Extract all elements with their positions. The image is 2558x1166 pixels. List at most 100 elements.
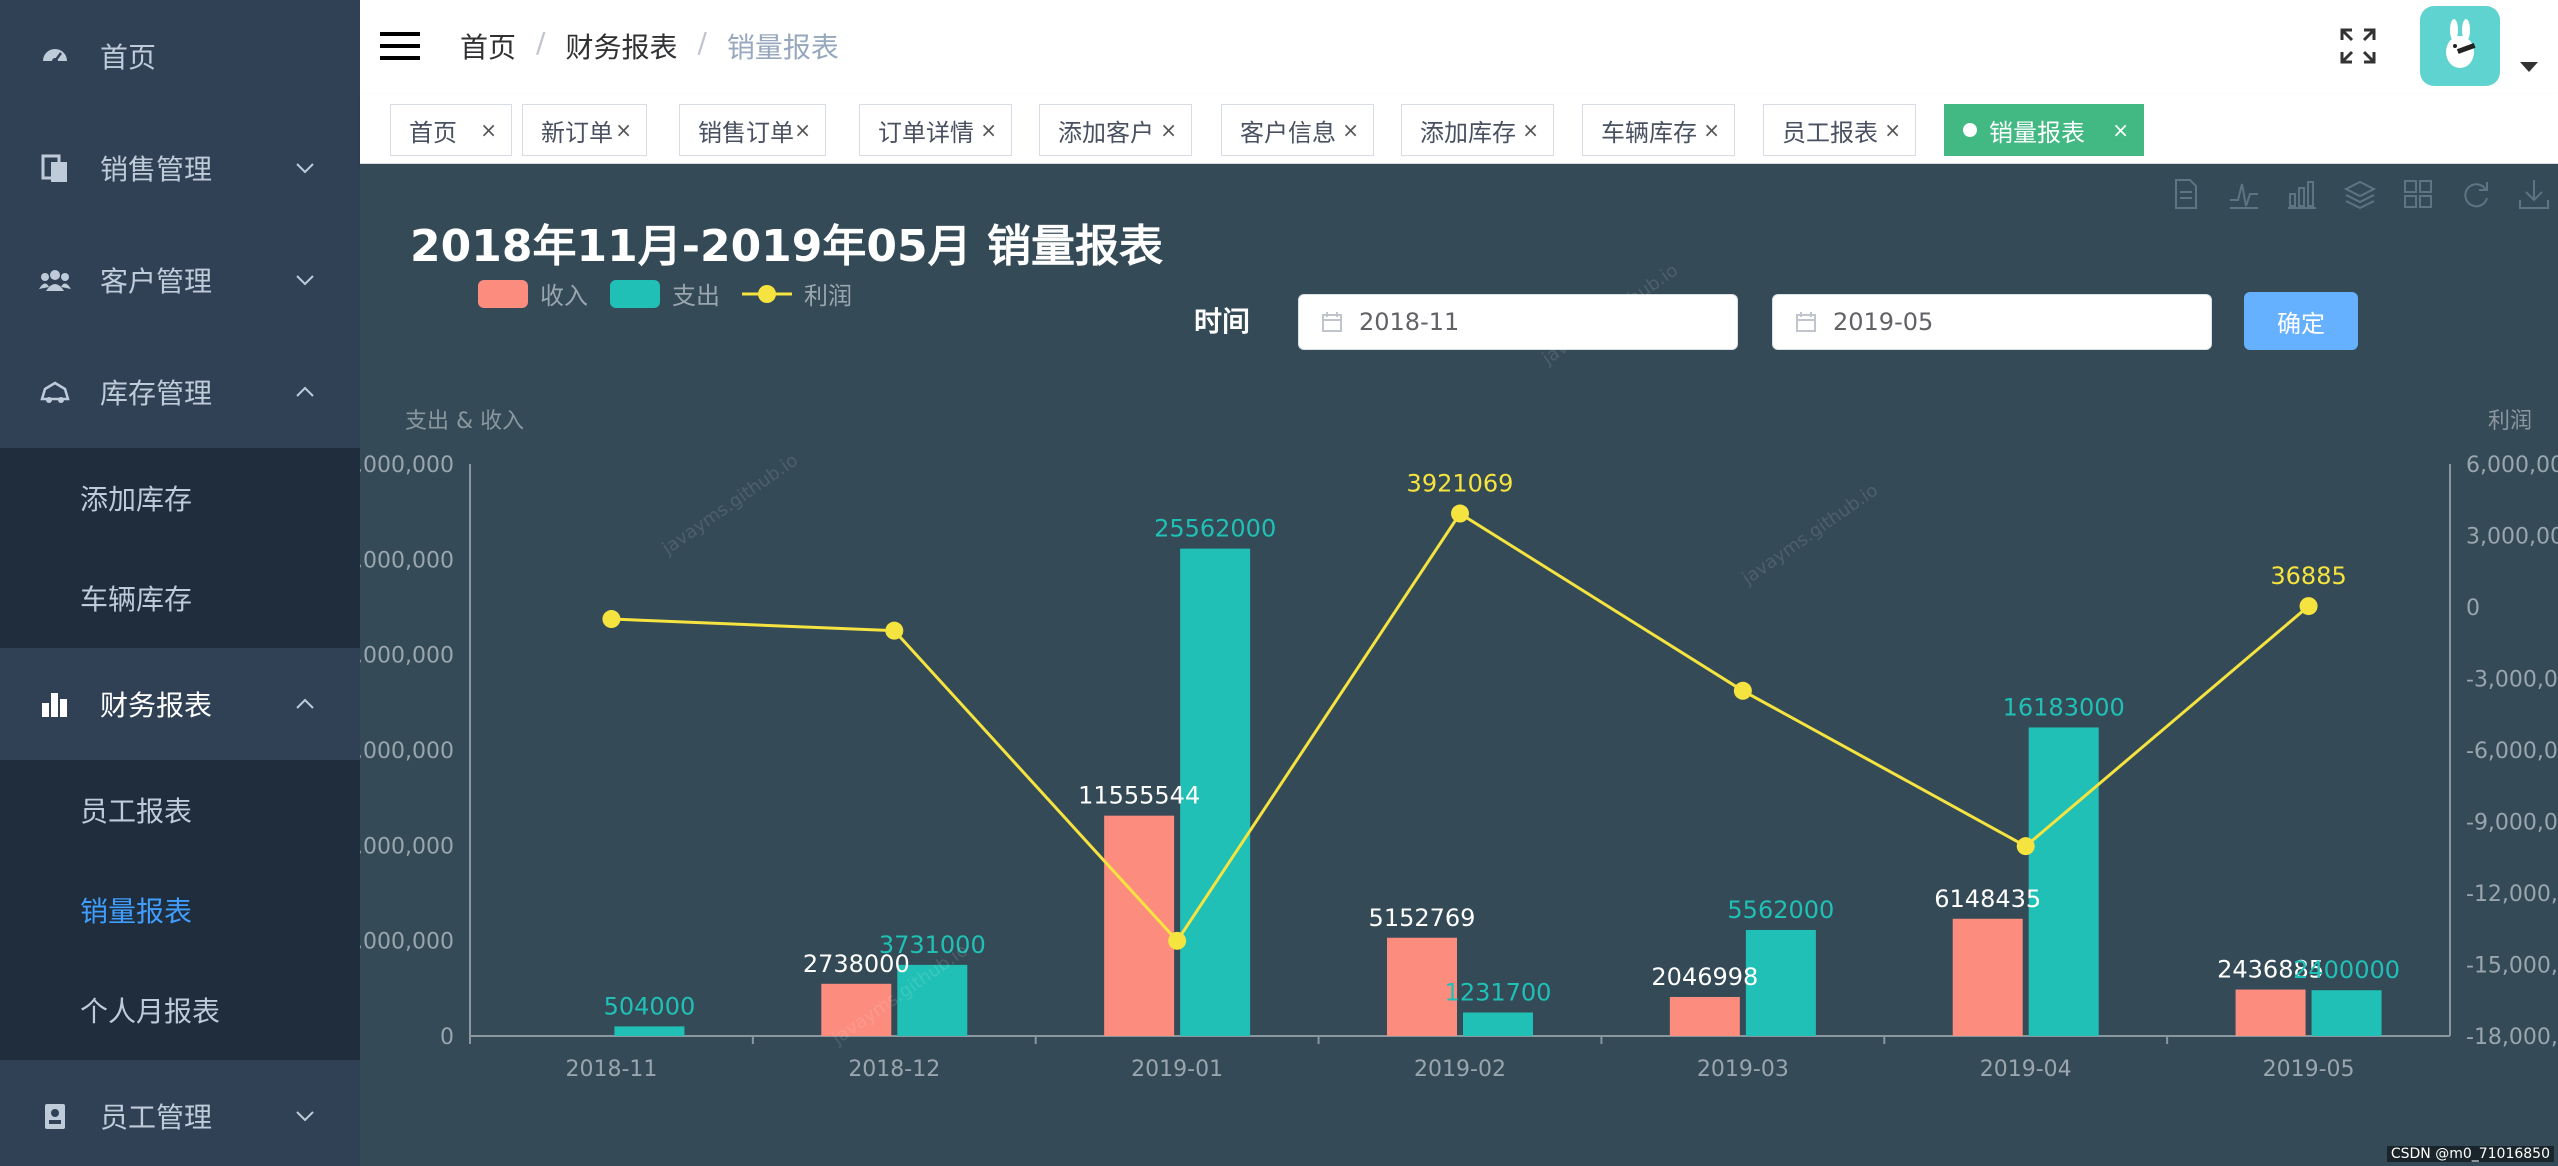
sidebar-subitem-monthly-report[interactable]: 个人月报表 <box>0 960 360 1060</box>
sidebar-subitem-employee-report[interactable]: 员工报表 <box>0 760 360 860</box>
chevron-down-icon <box>296 275 314 286</box>
y-axis-label-left: 支出 & 收入 <box>405 409 524 434</box>
footer-watermark: CSDN @m0_71016850 <box>2386 1146 2554 1162</box>
tag-add-customer[interactable]: 添加客户 × <box>1039 104 1192 156</box>
profit-point <box>602 610 621 629</box>
end-month-value: 2019-05 <box>1833 308 1934 336</box>
legend-label: 支出 <box>672 282 720 310</box>
start-month-picker[interactable]: 2018-11 <box>1298 294 1738 350</box>
close-icon[interactable]: × <box>1884 118 1901 142</box>
badge-icon <box>38 1099 72 1133</box>
sidebar-subitem-add-inventory[interactable]: 添加库存 <box>0 448 360 548</box>
close-icon[interactable]: × <box>1522 118 1539 142</box>
tag-home[interactable]: 首页 × <box>390 104 512 156</box>
stack-icon[interactable] <box>2344 178 2376 210</box>
sidebar-item-customers[interactable]: 客户管理 <box>0 224 360 336</box>
tag-add-inventory[interactable]: 添加库存 × <box>1401 104 1554 156</box>
bar-label-expense: 504000 <box>604 992 696 1020</box>
data-view-icon[interactable] <box>2170 178 2202 210</box>
chart-legend: 收入 支出 利润 <box>478 276 874 311</box>
x-tick-label: 2019-01 <box>1131 1057 1223 1082</box>
sidebar-item-employees[interactable]: 员工管理 <box>0 1060 360 1166</box>
close-icon[interactable]: × <box>1703 118 1720 142</box>
tags-view: 首页 × 新订单 × 销售订单 × 订单详情 × 添加客户 × 客户信息 × 添加库存 × 车… <box>360 94 2558 164</box>
tag-label: 员工报表 <box>1782 118 1878 147</box>
x-tick-label: 2018-12 <box>848 1057 940 1082</box>
close-icon[interactable]: × <box>1160 118 1177 142</box>
close-icon[interactable]: × <box>794 118 811 142</box>
legend-item-income[interactable]: 收入 <box>478 276 588 311</box>
close-icon[interactable]: × <box>980 118 997 142</box>
sidebar-item-label: 客户管理 <box>100 265 213 298</box>
legend-item-expense[interactable]: 支出 <box>610 276 720 311</box>
close-icon[interactable]: × <box>2112 118 2129 142</box>
x-tick-label: 2019-05 <box>2263 1057 2355 1082</box>
sidebar-subitem-vehicle-inventory[interactable]: 车辆库存 <box>0 548 360 648</box>
tag-label: 客户信息 <box>1240 118 1336 147</box>
profit-point <box>2299 597 2318 616</box>
confirm-button[interactable]: 确定 <box>2244 292 2358 350</box>
sidebar-subitem-label: 员工报表 <box>80 795 193 828</box>
main-content: 支出 & 收入 利润 0 5,000,000 10,000,000 15,000,000 2… <box>360 164 2558 1166</box>
y-tick-label-right: 3,000,000 <box>2466 525 2558 550</box>
sidebar-item-label: 首页 <box>100 41 157 74</box>
sidebar-item-finance[interactable]: 财务报表 <box>0 648 360 760</box>
tag-vehicle-inventory[interactable]: 车辆库存 × <box>1582 104 1735 156</box>
close-icon[interactable]: × <box>1342 118 1359 142</box>
tag-new-order[interactable]: 新订单 × <box>522 104 647 156</box>
caret-down-icon[interactable] <box>2520 62 2538 72</box>
legend-swatch <box>610 279 660 308</box>
tag-employee-report[interactable]: 员工报表 × <box>1763 104 1916 156</box>
close-icon[interactable]: × <box>480 118 497 142</box>
profit-label: 36885 <box>2270 562 2346 590</box>
avatar[interactable] <box>2420 6 2500 86</box>
sidebar-item-sales[interactable]: 销售管理 <box>0 112 360 224</box>
chevron-down-icon <box>296 163 314 174</box>
fullscreen-icon[interactable] <box>2338 26 2378 66</box>
x-tick-label: 2019-04 <box>1980 1057 2072 1082</box>
restore-icon[interactable] <box>2460 178 2492 210</box>
breadcrumb-separator: / <box>697 26 707 59</box>
bar-label-expense: 2400000 <box>2293 956 2400 984</box>
x-tick-label: 2019-02 <box>1414 1057 1506 1082</box>
x-tick-label: 2019-03 <box>1697 1057 1789 1082</box>
tag-label: 新订单 <box>541 118 613 147</box>
tag-customer-info[interactable]: 客户信息 × <box>1221 104 1374 156</box>
bar-label-income: 6148435 <box>1934 885 2041 913</box>
legend-swatch <box>478 279 528 308</box>
sidebar-item-inventory[interactable]: 库存管理 <box>0 336 360 448</box>
documents-icon <box>38 151 72 185</box>
breadcrumb-finance[interactable]: 财务报表 <box>565 26 677 66</box>
tag-sales-order[interactable]: 销售订单 × <box>679 104 826 156</box>
tiled-icon[interactable] <box>2402 178 2434 210</box>
y-tick-label-right: -9,000,000 <box>2466 811 2558 836</box>
tag-label: 添加客户 <box>1058 118 1154 147</box>
bar-income <box>1669 996 1740 1036</box>
profit-point <box>1451 504 1469 523</box>
download-icon[interactable] <box>2518 178 2550 210</box>
close-icon[interactable]: × <box>615 118 632 142</box>
rabbit-icon <box>2446 19 2476 68</box>
sidebar-item-label: 员工管理 <box>100 1101 213 1134</box>
y-tick-label-left: 30,000,000 <box>360 453 454 478</box>
sidebar-subitem-label: 车辆库存 <box>80 583 193 616</box>
legend-item-profit[interactable]: 利润 <box>742 276 852 311</box>
bar-label-expense: 5562000 <box>1727 896 1834 924</box>
end-month-picker[interactable]: 2019-05 <box>1772 294 2212 350</box>
sidebar-item-home[interactable]: 首页 <box>0 0 360 112</box>
chart-toolbox <box>2170 178 2558 210</box>
y-tick-label-right: -15,000,000 <box>2466 954 2558 979</box>
hamburger-icon[interactable] <box>380 26 420 66</box>
bar-chart-switch-icon[interactable] <box>2286 178 2318 210</box>
sidebar-subitem-sales-report[interactable]: 销量报表 <box>0 860 360 960</box>
tag-order-detail[interactable]: 订单详情 × <box>859 104 1012 156</box>
line-chart-icon[interactable] <box>2228 178 2260 210</box>
profit-point <box>1733 681 1752 700</box>
breadcrumb-home[interactable]: 首页 <box>460 26 516 66</box>
bar-label-expense: 25562000 <box>1154 515 1276 543</box>
tag-sales-report[interactable]: 销量报表 × <box>1944 104 2144 156</box>
y-tick-label-left: 20,000,000 <box>360 644 454 669</box>
users-icon <box>38 263 72 297</box>
sidebar-item-label: 财务报表 <box>100 689 213 722</box>
dashboard-icon <box>38 39 72 73</box>
